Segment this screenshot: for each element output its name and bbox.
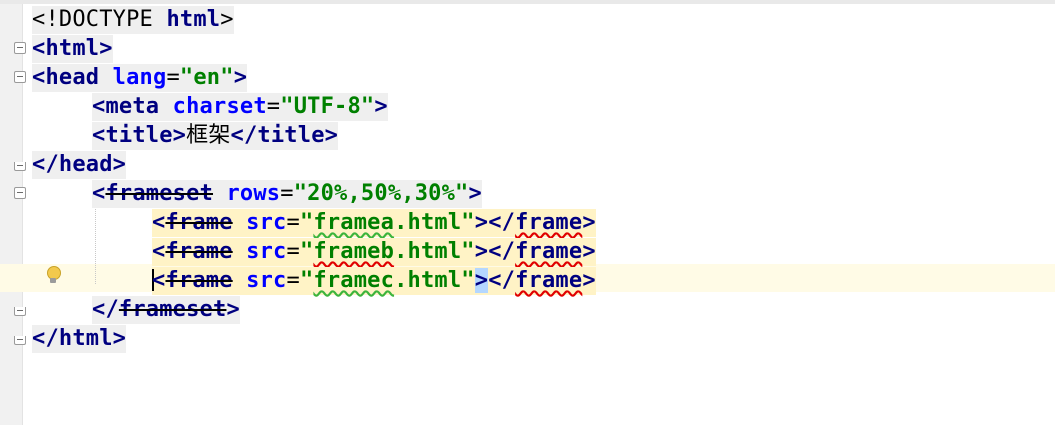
code-line-10[interactable]: <frame src="framec.html"></frame> [0,267,1055,295]
framea-value: framea [313,210,395,235]
doctype-declaration: <!DOCTYPE html> [32,6,234,34]
quote: " [461,268,475,293]
code-line-1[interactable]: <!DOCTYPE html> [0,6,1055,34]
frameb-value: frameb [313,239,395,264]
charset-value: "UTF-8" [280,94,375,119]
code-line-9[interactable]: <frame src="frameb.html"></frame> [0,238,1055,266]
frame-tag-name: frame [165,239,233,264]
fold-end-icon[interactable] [14,303,28,317]
lang-value: "en" [179,65,234,90]
framec-value: framec [313,268,395,293]
rows-attribute: rows [226,181,281,206]
charset-attribute: charset [172,94,267,119]
frame-tag-name: frame [165,268,233,293]
quote: " [299,210,314,235]
frameset-close-gt: > [226,297,240,322]
frame-close-gt: > [582,268,596,293]
frame-close-lt: </ [488,210,516,235]
meta-close: > [374,94,388,119]
code-line-7[interactable]: <frameset rows="20%,50%,30%"> [0,180,1055,208]
equals-sign: = [266,94,281,119]
code-line-4[interactable]: <meta charset="UTF-8"> [0,93,1055,121]
html-close-tag: </html> [32,326,127,351]
src-attribute: src [246,268,287,293]
code-line-8[interactable]: <frame src="framea.html"></frame> [0,209,1055,237]
equals-sign: = [280,181,294,206]
quote: " [461,210,475,235]
src-attribute: src [246,210,287,235]
editor-tab-strip [0,0,1055,4]
frameset-close-lt: </ [92,297,119,322]
lang-attribute: lang [112,65,167,90]
frame-lt: < [152,239,166,264]
equals-sign: = [286,239,300,264]
head-open-close: > [233,65,248,90]
fold-open-icon[interactable] [14,42,28,56]
rows-value: "20%,50%,30%" [293,181,469,206]
frame-gt: > [474,210,489,235]
src-attribute: src [246,239,287,264]
title-close-tag: </title> [230,123,339,148]
frame-close-gt: > [582,239,596,264]
html-ext: .html [394,268,462,293]
frame-close-lt: </ [488,268,516,293]
frame-lt: < [152,268,166,293]
head-close-tag: </head> [32,152,127,177]
frame-close-name: frame [515,239,583,264]
frame-gt: > [474,239,489,264]
equals-sign: = [286,210,300,235]
doctype-close: > [220,7,234,32]
doctype-name: html [166,7,221,32]
quote: " [299,239,314,264]
frameset-close-name: frameset [118,297,227,322]
quote: " [461,239,475,264]
html-ext: .html [394,239,462,264]
frame-close-name: frame [515,210,583,235]
meta-tag: <meta [92,94,173,119]
html-ext: .html [394,210,462,235]
code-line-11[interactable]: </frameset> [0,296,1055,324]
matched-bracket: > [474,268,489,293]
title-open-tag: <title> [92,123,187,148]
fold-open-icon[interactable] [14,187,28,201]
frameset-tag-name: frameset [105,181,214,206]
code-line-2[interactable]: <html> [0,35,1055,63]
quote: " [299,268,314,293]
head-open-tag: <head [32,65,113,90]
frame-lt: < [152,210,166,235]
frame-close-gt: > [582,210,596,235]
fold-end-icon[interactable] [14,158,28,172]
equals-sign: = [286,268,300,293]
code-line-12[interactable]: </html> [0,325,1055,353]
frameset-lt: < [92,181,106,206]
title-text: 框架 [186,123,231,148]
frame-close-lt: </ [488,239,516,264]
lightbulb-icon[interactable] [46,266,61,286]
code-line-3[interactable]: <head lang="en"> [0,64,1055,92]
frame-tag-name: frame [165,210,233,235]
fold-end-icon[interactable] [14,332,28,346]
code-line-6[interactable]: </head> [0,151,1055,179]
html-open-tag: <html> [32,36,113,61]
frameset-gt: > [468,181,482,206]
frame-close-name: frame [515,268,583,293]
doctype-keyword: <!DOCTYPE [32,7,167,32]
equals-sign: = [166,65,180,90]
code-line-5[interactable]: <title>框架</title> [0,122,1055,150]
fold-open-icon[interactable] [14,71,28,85]
